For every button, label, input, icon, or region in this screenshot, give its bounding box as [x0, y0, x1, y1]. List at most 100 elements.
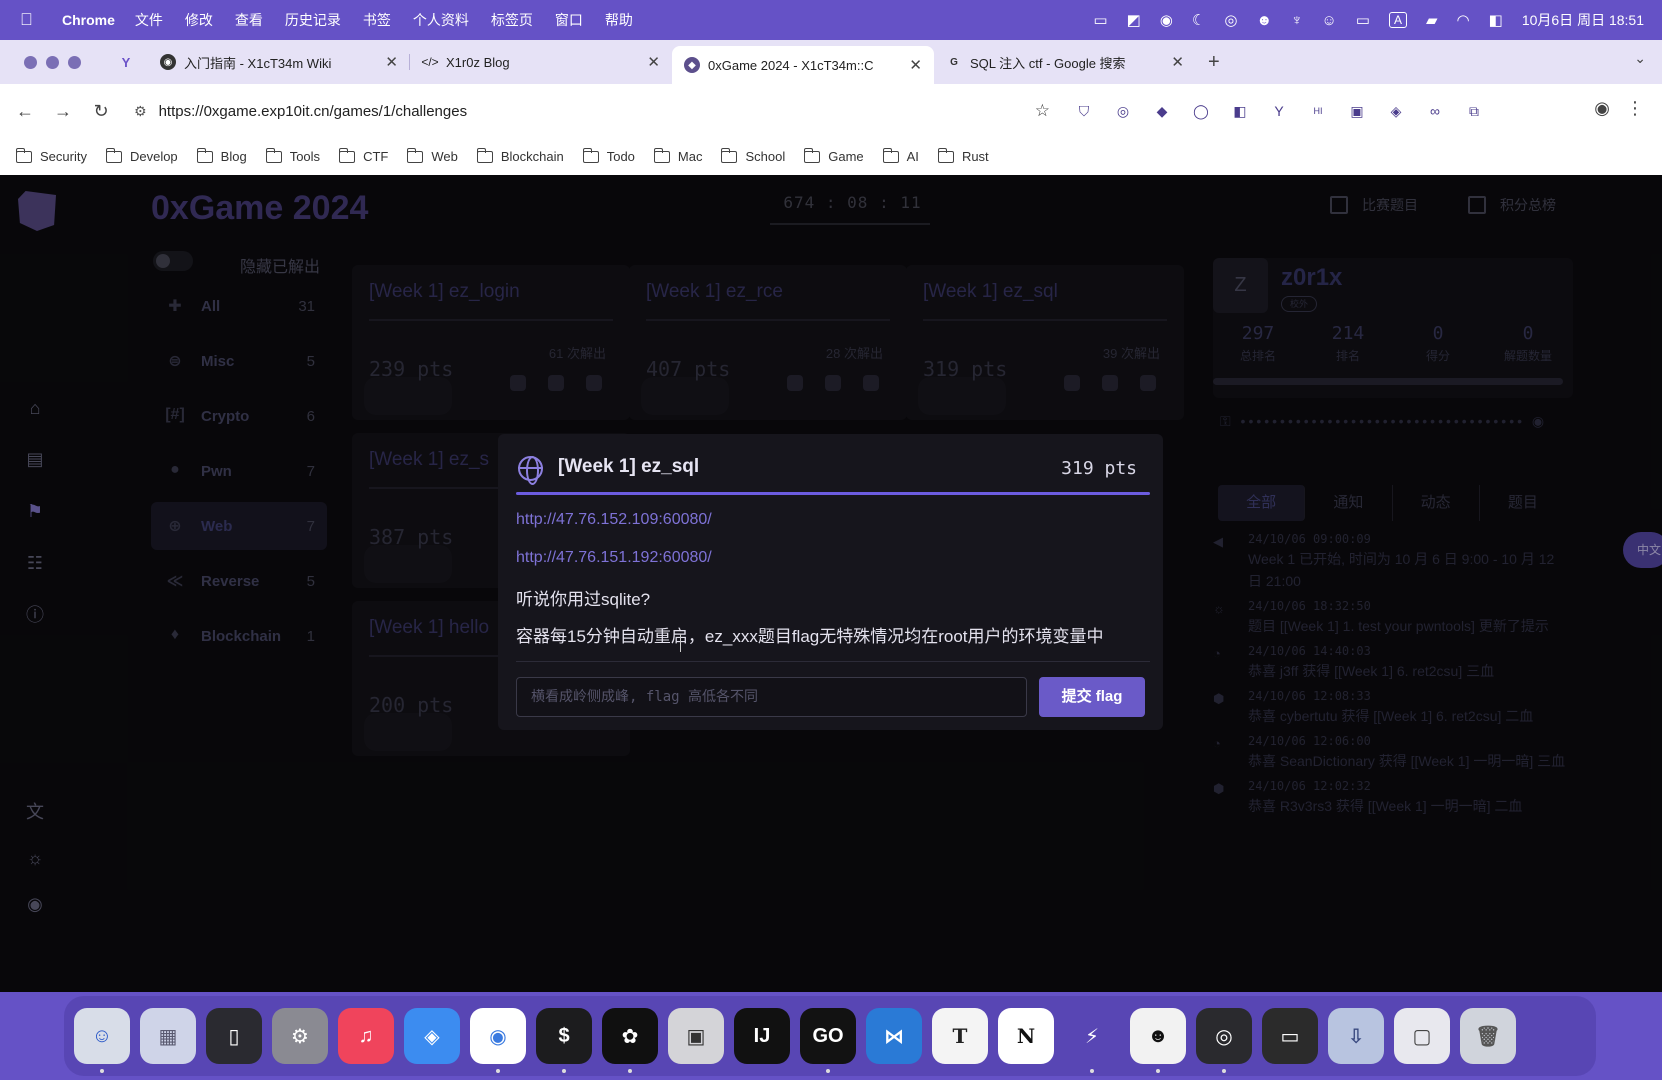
tab-blog[interactable]: </> X1r0z Blog ✕ [410, 45, 672, 79]
nav-challenges[interactable]: 比赛题目 [1330, 195, 1418, 215]
bookmark-folder-tools[interactable]: Tools [265, 147, 320, 164]
url-text[interactable]: https://0xgame.exp10it.cn/games/1/challe… [159, 103, 468, 120]
dock-app-music[interactable]: ♫ [338, 1008, 394, 1064]
tab-activity[interactable]: 动态 [1393, 485, 1480, 521]
input-method-icon[interactable]: A [1388, 12, 1407, 28]
close-tab-icon[interactable]: ✕ [647, 53, 660, 71]
bookmark-folder-mac[interactable]: Mac [653, 147, 702, 164]
dock-app-trash[interactable]: 🗑 [1460, 1008, 1516, 1064]
nav-scoreboard[interactable]: 积分总榜 [1468, 195, 1556, 215]
category-pwn[interactable]: ● Pwn 7 [151, 447, 327, 495]
hide-solved-toggle[interactable] [153, 251, 193, 271]
tab-challenges[interactable]: 题目 [1480, 485, 1566, 521]
display-icon[interactable]: ▭ [1356, 11, 1370, 29]
dock-app-console[interactable]: ▭ [1262, 1008, 1318, 1064]
dock-app-safari[interactable]: ◈ [404, 1008, 460, 1064]
battery-icon[interactable]: ▰ [1426, 11, 1438, 29]
category-misc[interactable]: ⊜ Misc 5 [151, 337, 327, 385]
dock-app-finder[interactable]: ☺ [74, 1008, 130, 1073]
close-tab-icon[interactable]: ✕ [909, 56, 922, 74]
dock-app-notion[interactable]: N [998, 1008, 1054, 1064]
language-button[interactable]: 中文 [1623, 532, 1662, 568]
category-crypto[interactable]: [#] Crypto 6 [151, 392, 327, 440]
dock-app-chrome[interactable]: ◉ [470, 1008, 526, 1073]
apple-icon[interactable]:  [20, 10, 50, 30]
chevron-down-icon[interactable]: ⌄ [1634, 50, 1646, 67]
menu-bookmarks[interactable]: 书签 [363, 10, 391, 30]
dock-app-vscode[interactable]: ⋈ [866, 1008, 922, 1064]
document-icon[interactable]: ▤ [24, 448, 46, 470]
grid-extension-icon[interactable]: ▣ [1347, 101, 1367, 121]
teams-icon[interactable]: ☷ [24, 552, 46, 574]
cat-icon[interactable]: ☻ [1256, 12, 1272, 29]
cube-icon[interactable]: ◆ [1152, 101, 1172, 121]
more-menu-icon[interactable]: ⋮ [1626, 98, 1644, 119]
category-web[interactable]: ⊕ Web 7 [151, 502, 327, 550]
dock-app-terminal[interactable]: $ [536, 1008, 592, 1073]
flag-input[interactable] [516, 677, 1027, 717]
vercel-extension-icon[interactable]: Y [1269, 101, 1289, 121]
site-info-icon[interactable]: ⚙ [134, 103, 147, 120]
dock-app-launchpad[interactable]: ▦ [140, 1008, 196, 1064]
dock-app-obs[interactable]: ◎ [1196, 1008, 1252, 1073]
bookmark-folder-ctf[interactable]: CTF [339, 147, 388, 164]
dock-app-screenshot[interactable]: ▢ [1394, 1008, 1450, 1064]
menu-history[interactable]: 历史记录 [285, 10, 341, 30]
fullscreen-window-button[interactable] [68, 55, 81, 69]
menubar-clock[interactable]: 10月6日 周日 18:51 [1522, 10, 1644, 30]
butterfly-icon[interactable]: ◈ [1386, 101, 1406, 121]
dock-app-qq[interactable]: ☻ [1130, 1008, 1186, 1073]
minimize-window-button[interactable] [46, 55, 59, 69]
tree-icon[interactable]: ♆ [1291, 12, 1302, 29]
vpn-extension-icon[interactable]: ◎ [1113, 101, 1133, 121]
close-tab-icon[interactable]: ✕ [385, 53, 398, 71]
category-all[interactable]: ✚ All 31 [151, 282, 327, 330]
menu-help[interactable]: 帮助 [605, 10, 633, 30]
dock-app-downloads[interactable]: ⇩ [1328, 1008, 1384, 1064]
dock-app-typora[interactable]: T [932, 1008, 988, 1064]
submit-flag-button[interactable]: 提交 flag [1039, 677, 1145, 717]
hi-extension-icon[interactable]: HI [1308, 101, 1328, 121]
pinned-tab[interactable]: Y [104, 45, 148, 79]
menu-window[interactable]: 窗口 [555, 10, 583, 30]
stats-icon[interactable]: ◩ [1127, 11, 1141, 29]
challenge-link[interactable]: http://47.76.152.109:60080/ [516, 511, 712, 529]
site-logo[interactable] [18, 191, 56, 231]
tab-0xgame[interactable]: ◆ 0xGame 2024 - X1cT34m::C ✕ [672, 46, 934, 84]
tab-google[interactable]: G SQL 注入 ctf - Google 搜索 ✕ [934, 45, 1196, 79]
bookmark-star-icon[interactable]: ☆ [1035, 101, 1050, 121]
tab-all[interactable]: 全部 [1218, 485, 1306, 521]
challenge-card[interactable]: [Week 1] ez_rce 407 pts 28 次解出 [629, 265, 907, 420]
bookmark-folder-game[interactable]: Game [804, 147, 864, 164]
bookmark-folder-ai[interactable]: AI [882, 147, 919, 164]
bookmark-folder-web[interactable]: Web [407, 147, 458, 164]
dock-app-chatgpt[interactable]: ✿ [602, 1008, 658, 1073]
challenge-card[interactable]: [Week 1] ez_login 239 pts 61 次解出 [352, 265, 630, 420]
shield-icon[interactable]: ⛉ [1074, 101, 1094, 121]
circle-extension-icon[interactable]: ◯ [1191, 101, 1211, 121]
challenge-card[interactable]: [Week 1] ez_sql 319 pts 39 次解出 [906, 265, 1184, 420]
profile-avatar[interactable]: ◉ [1594, 98, 1610, 119]
dock-app-iphone-mirroring[interactable]: ▯ [206, 1008, 262, 1064]
puzzle-icon[interactable]: ⧉ [1464, 101, 1484, 121]
challenge-link[interactable]: http://47.76.151.192:60080/ [516, 549, 712, 567]
user-icon[interactable]: ◉ [24, 893, 46, 915]
flag-icon[interactable]: ⚑ [24, 500, 46, 522]
reload-button[interactable]: ↻ [82, 101, 120, 122]
menu-tabs[interactable]: 标签页 [491, 10, 533, 30]
record-icon[interactable]: ◉ [1160, 11, 1173, 29]
menu-edit[interactable]: 修改 [185, 10, 213, 30]
home-icon[interactable]: ⌂ [24, 397, 46, 419]
bookmark-folder-school[interactable]: School [721, 147, 785, 164]
back-button[interactable]: ← [6, 101, 44, 122]
smile-icon[interactable]: ☺ [1321, 12, 1336, 29]
menu-profiles[interactable]: 个人资料 [413, 10, 469, 30]
bookmark-folder-blog[interactable]: Blog [196, 147, 247, 164]
wappalyzer-icon[interactable]: ◧ [1230, 101, 1250, 121]
dock-app-intellij[interactable]: IJ [734, 1008, 790, 1064]
category-blockchain[interactable]: ♦ Blockchain 1 [151, 612, 327, 660]
control-center-icon[interactable]: ◧ [1489, 11, 1503, 29]
app-menu[interactable]: Chrome [62, 12, 115, 28]
bookmark-folder-rust[interactable]: Rust [937, 147, 989, 164]
eye-icon[interactable]: ◉ [1532, 413, 1547, 429]
